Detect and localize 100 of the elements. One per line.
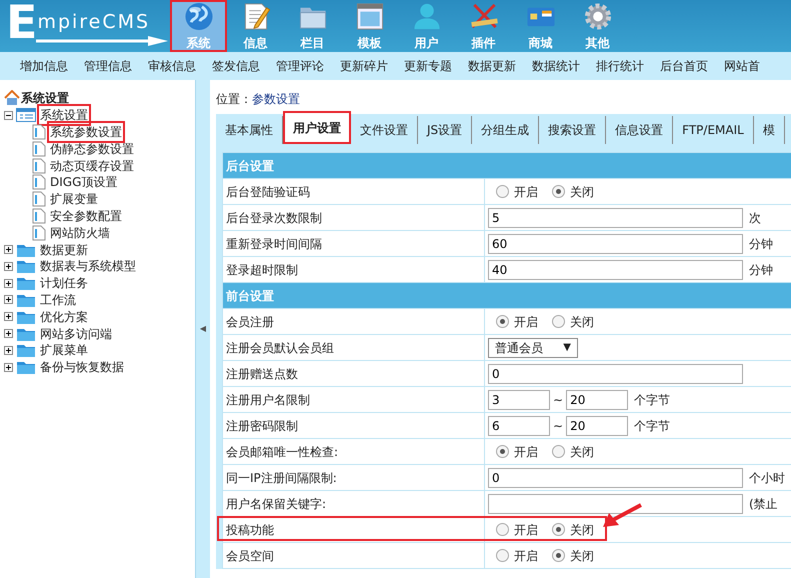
unit-label: 分钟 bbox=[749, 262, 773, 278]
tree-item[interactable]: 备份与恢复数据 bbox=[39, 358, 125, 376]
section-header: 后台设置 bbox=[226, 158, 274, 172]
radio-button[interactable] bbox=[496, 445, 509, 458]
radio-label[interactable]: 关闭 bbox=[570, 442, 594, 460]
collapse-icon[interactable] bbox=[4, 110, 13, 120]
menu-link[interactable]: 数据更新 bbox=[468, 57, 516, 75]
radio-label[interactable]: 关闭 bbox=[570, 312, 594, 330]
text-field[interactable]: 0 bbox=[488, 468, 743, 488]
menu-link[interactable]: 后台首页 bbox=[660, 57, 708, 75]
unit-label: 分钟 bbox=[749, 236, 773, 252]
radio-button[interactable] bbox=[552, 523, 565, 536]
tree-item[interactable]: 扩展菜单 bbox=[39, 341, 89, 360]
expand-icon[interactable] bbox=[4, 262, 13, 271]
radio-label[interactable]: 开启 bbox=[514, 520, 538, 538]
globe-icon bbox=[184, 2, 214, 31]
radio-label[interactable]: 关闭 bbox=[570, 182, 594, 200]
expand-icon[interactable] bbox=[4, 312, 13, 322]
menu-link[interactable]: 数据统计 bbox=[532, 57, 580, 75]
menu-link[interactable]: 管理评论 bbox=[276, 57, 324, 75]
range-separator: ~ bbox=[553, 418, 564, 434]
tree-item[interactable]: DIGG顶设置 bbox=[49, 173, 118, 192]
menu-link[interactable]: 更新碎片 bbox=[340, 57, 388, 75]
menu-link[interactable]: 增加信息 bbox=[20, 57, 68, 75]
radio-button[interactable] bbox=[496, 185, 509, 198]
radio-button[interactable] bbox=[496, 315, 509, 328]
radio-button[interactable] bbox=[552, 445, 565, 458]
expand-icon[interactable] bbox=[4, 346, 13, 355]
radio-label[interactable]: 开启 bbox=[514, 312, 538, 330]
expand-icon[interactable] bbox=[4, 329, 13, 338]
field-label: 会员空间 bbox=[226, 548, 274, 562]
tree-item[interactable]: 扩展变量 bbox=[49, 190, 99, 208]
folder-icon bbox=[16, 258, 36, 274]
tree-item[interactable]: 动态页缓存设置 bbox=[49, 156, 135, 175]
radio-label[interactable]: 关闭 bbox=[570, 546, 594, 564]
breadcrumb-link[interactable]: 参数设置 bbox=[252, 90, 300, 108]
folder-icon bbox=[16, 275, 36, 292]
radio-button[interactable] bbox=[496, 523, 509, 536]
text-field[interactable]: 3 bbox=[488, 390, 550, 410]
logo-letter: E bbox=[5, 0, 38, 44]
tree-item[interactable]: 优化方案 bbox=[39, 308, 89, 326]
tree-item[interactable]: 数据更新 bbox=[39, 240, 89, 259]
text-field[interactable]: 60 bbox=[488, 234, 743, 254]
tree-item[interactable]: 计划任务 bbox=[39, 274, 89, 292]
section-header: 前台设置 bbox=[226, 288, 274, 302]
field-label: 注册会员默认会员组 bbox=[226, 340, 334, 354]
menu-link[interactable]: 网站首 bbox=[724, 57, 760, 75]
tree-item[interactable]: 数据表与系统模型 bbox=[39, 257, 137, 276]
tree-item[interactable]: 伪静态参数设置 bbox=[49, 140, 135, 158]
menu-link[interactable]: 更新专题 bbox=[404, 57, 452, 75]
radio-button[interactable] bbox=[552, 185, 565, 198]
text-field[interactable] bbox=[488, 494, 743, 514]
logo-arrow-icon bbox=[36, 36, 168, 46]
collapse-handle[interactable]: ◀ bbox=[200, 323, 206, 335]
tree-item[interactable]: 网站防火墙 bbox=[49, 224, 111, 242]
tree-item[interactable]: 网站多访问端 bbox=[39, 324, 113, 343]
text-field[interactable]: 0 bbox=[488, 364, 743, 384]
text-field[interactable]: 6 bbox=[488, 416, 550, 436]
tab[interactable]: 用户设置 bbox=[283, 111, 351, 144]
menu-link[interactable]: 签发信息 bbox=[212, 57, 260, 75]
tree-item[interactable]: 工作流 bbox=[39, 290, 77, 309]
field-label: 会员注册 bbox=[226, 314, 274, 328]
page-icon bbox=[32, 224, 46, 241]
unit-label: 个字节 bbox=[634, 418, 670, 434]
range-separator: ~ bbox=[553, 392, 564, 408]
tree-title: 系统设置 bbox=[20, 90, 70, 108]
radio-label[interactable]: 开启 bbox=[514, 546, 538, 564]
tree-item[interactable]: 系统设置 bbox=[39, 106, 89, 124]
expand-icon[interactable] bbox=[4, 278, 13, 288]
radio-button[interactable] bbox=[552, 549, 565, 562]
menu-link[interactable]: 排行统计 bbox=[596, 57, 644, 75]
select-field[interactable]: 普通会员 ▼ bbox=[488, 338, 578, 358]
page-icon bbox=[32, 191, 46, 208]
unit-label: (禁止 bbox=[749, 496, 778, 512]
window-icon bbox=[354, 2, 384, 31]
text-field[interactable]: 40 bbox=[488, 260, 743, 280]
text-field[interactable]: 5 bbox=[488, 208, 743, 228]
radio-label[interactable]: 开启 bbox=[514, 182, 538, 200]
tree-item[interactable]: 系统参数设置 bbox=[49, 123, 123, 141]
expand-icon[interactable] bbox=[4, 362, 13, 372]
tools-icon bbox=[468, 2, 498, 31]
menu-link[interactable]: 管理信息 bbox=[84, 57, 132, 75]
radio-label[interactable]: 开启 bbox=[514, 442, 538, 460]
text-field[interactable]: 20 bbox=[566, 390, 628, 410]
field-label: 重新登录时间间隔 bbox=[226, 236, 322, 250]
radio-label[interactable]: 关闭 bbox=[570, 520, 594, 538]
radio-button[interactable] bbox=[496, 549, 509, 562]
page-icon bbox=[32, 124, 46, 140]
field-label: 注册赠送点数 bbox=[226, 366, 298, 380]
text-field[interactable]: 20 bbox=[566, 416, 628, 436]
home-icon bbox=[4, 90, 20, 106]
page-icon bbox=[32, 208, 46, 224]
field-label: 登录超时限制 bbox=[226, 262, 298, 276]
tree-item[interactable]: 安全参数配置 bbox=[49, 206, 123, 225]
gear-icon bbox=[582, 2, 612, 31]
field-label: 注册用户名限制 bbox=[226, 392, 310, 406]
radio-button[interactable] bbox=[552, 315, 565, 328]
expand-icon[interactable] bbox=[4, 295, 13, 304]
expand-icon[interactable] bbox=[4, 245, 13, 254]
menu-link[interactable]: 审核信息 bbox=[148, 57, 196, 75]
